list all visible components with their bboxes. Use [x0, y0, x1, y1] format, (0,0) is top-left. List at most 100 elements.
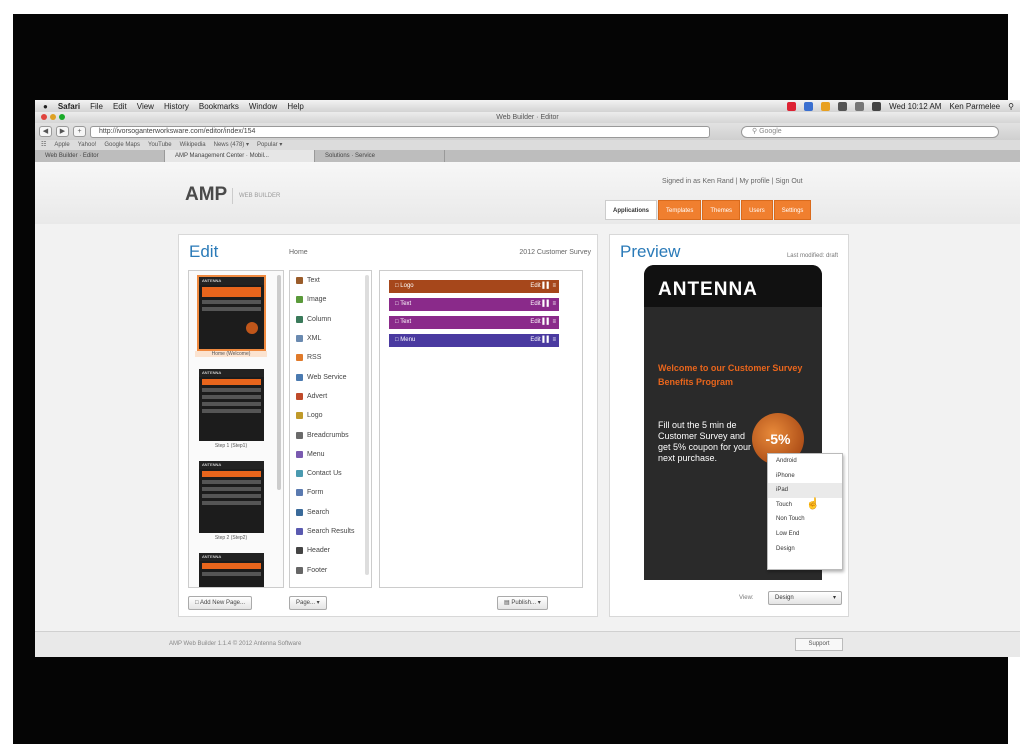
view-label: View: — [739, 595, 754, 601]
widget-item[interactable]: Form — [290, 483, 371, 502]
menubar-user[interactable]: Ken Parmelee — [949, 102, 1000, 111]
bookmark-item[interactable]: Google Maps — [104, 140, 140, 150]
browser-tab-active[interactable]: AMP Management Center · Mobil... — [165, 150, 315, 162]
bookmark-item[interactable]: News (478) ▾ — [214, 140, 249, 150]
support-button[interactable]: Support — [795, 638, 843, 651]
widgets-scrollbar[interactable] — [365, 275, 369, 575]
battery-icon[interactable] — [872, 101, 882, 111]
page-thumbnail[interactable]: ANTENNA — [197, 275, 266, 351]
bookmark-item[interactable]: YouTube — [148, 140, 172, 150]
widget-item[interactable]: Search Results — [290, 522, 371, 541]
widget-label: RSS — [307, 354, 322, 362]
window-titlebar: Web Builder · Editor — [35, 112, 1020, 123]
widget-item[interactable]: Advert — [290, 387, 371, 406]
menu-edit[interactable]: Edit — [113, 102, 127, 111]
menu-window[interactable]: Window — [249, 102, 277, 111]
device-option-highlighted[interactable]: iPad — [768, 483, 842, 498]
widget-item[interactable]: Breadcrumbs — [290, 425, 371, 444]
menu-history[interactable]: History — [164, 102, 189, 111]
widget-item[interactable]: Contact Us — [290, 464, 371, 483]
widget-item[interactable]: Footer — [290, 560, 371, 579]
content-block[interactable]: □ Text Edit ▌▌ ≡ — [389, 298, 559, 311]
add-new-page-button[interactable]: □ Add New Page... — [188, 596, 252, 610]
view-select[interactable]: Design ▾ — [768, 591, 842, 605]
content-block[interactable]: □ Text Edit ▌▌ ≡ — [389, 316, 559, 329]
menu-view[interactable]: View — [137, 102, 154, 111]
wifi-icon[interactable] — [838, 101, 848, 111]
widget-icon — [296, 450, 303, 458]
widget-item[interactable]: XML — [290, 329, 371, 348]
page-menu-button[interactable]: Page... ▾ — [289, 596, 327, 610]
block-edit-tools[interactable]: Edit ▌▌ ≡ — [530, 316, 556, 329]
page-thumbnail[interactable]: ANTENNA — [199, 553, 264, 587]
browser-tab[interactable]: Web Builder · Editor — [35, 150, 165, 162]
bookmarks-icon[interactable]: ☷ — [41, 140, 46, 150]
forward-icon[interactable]: ▶ — [56, 126, 69, 137]
widget-label: Menu — [307, 450, 325, 458]
edit-home-label[interactable]: Home — [289, 249, 308, 256]
content-block[interactable]: □ Logo Edit ▌▌ ≡ — [389, 280, 559, 293]
page-label[interactable]: Home (Welcome) — [195, 351, 267, 357]
bookmark-item[interactable]: Yahoo! — [78, 140, 97, 150]
nav-tab-templates[interactable]: Templates — [658, 200, 702, 220]
menu-bookmarks[interactable]: Bookmarks — [199, 102, 239, 111]
status-app-icon[interactable] — [804, 101, 814, 111]
browser-tab[interactable]: Solutions · Service — [315, 150, 445, 162]
widget-item[interactable]: Web Service — [290, 367, 371, 386]
device-option[interactable]: Android — [768, 454, 842, 469]
block-edit-tools[interactable]: Edit ▌▌ ≡ — [530, 334, 556, 347]
close-window-icon[interactable] — [41, 114, 47, 120]
thumbnail-brand: ANTENNA — [199, 277, 264, 285]
widget-item[interactable]: Menu — [290, 445, 371, 464]
menu-help[interactable]: Help — [287, 102, 303, 111]
device-option[interactable]: Non Touch — [768, 512, 842, 527]
signed-in-links[interactable]: Signed in as Ken Rand | My profile | Sig… — [662, 178, 803, 185]
address-bar[interactable]: http://ivorsoganterworksware.com/editor/… — [90, 125, 710, 138]
menubar-clock[interactable]: Wed 10:12 AM — [889, 102, 941, 111]
nav-tab-users[interactable]: Users — [741, 200, 773, 220]
browser-toolbar: ◀ ▶ + http://ivorsoganterworksware.com/e… — [35, 123, 1020, 140]
widget-icon — [296, 296, 303, 304]
thumbnails-scrollbar[interactable] — [277, 275, 281, 490]
nav-tab-settings[interactable]: Settings — [773, 200, 812, 220]
widget-item[interactable]: Search — [290, 503, 371, 522]
page-label[interactable]: Step 2 (Step2) — [195, 535, 267, 541]
amp-logo[interactable]: AMP — [185, 184, 227, 206]
widget-item[interactable]: Image — [290, 290, 371, 309]
nav-tab-themes[interactable]: Themes — [702, 200, 741, 220]
minimize-window-icon[interactable] — [50, 114, 56, 120]
status-app-icon[interactable] — [821, 101, 831, 111]
device-option[interactable]: iPhone — [768, 469, 842, 484]
widget-item[interactable]: Header — [290, 541, 371, 560]
bookmark-item[interactable]: Popular ▾ — [257, 140, 282, 150]
page-thumbnail[interactable]: ANTENNA — [199, 369, 264, 441]
menu-file[interactable]: File — [90, 102, 103, 111]
bookmark-item[interactable]: Apple — [54, 140, 69, 150]
apple-menu-icon[interactable]: ● — [43, 102, 48, 111]
zoom-window-icon[interactable] — [59, 114, 65, 120]
page-thumbnail[interactable]: ANTENNA — [199, 461, 264, 533]
device-option[interactable]: Low End — [768, 527, 842, 542]
widget-item[interactable]: Text — [290, 271, 371, 290]
widget-item[interactable]: RSS — [290, 348, 371, 367]
volume-icon[interactable] — [855, 101, 865, 111]
widget-item[interactable]: Logo — [290, 406, 371, 425]
nav-tab-applications[interactable]: Applications — [605, 200, 658, 220]
page-label[interactable]: Step 1 (Step1) — [195, 443, 267, 449]
block-edit-tools[interactable]: Edit ▌▌ ≡ — [530, 298, 556, 311]
content-block[interactable]: □ Menu Edit ▌▌ ≡ — [389, 334, 559, 347]
menu-safari[interactable]: Safari — [58, 102, 80, 111]
page-thumbnails: ANTENNA Home (Welcome) ANTENNA Step 1 (S… — [188, 270, 284, 588]
search-field[interactable]: ⚲ Google — [741, 126, 999, 138]
device-option[interactable]: Design — [768, 542, 842, 557]
bookmark-item[interactable]: Wikipedia — [180, 140, 206, 150]
add-bookmark-icon[interactable]: + — [73, 126, 86, 137]
spotlight-icon[interactable]: ⚲ — [1008, 102, 1014, 111]
status-app-icon[interactable] — [787, 101, 797, 111]
back-icon[interactable]: ◀ — [39, 126, 52, 137]
widget-icon — [296, 431, 303, 439]
block-edit-tools[interactable]: Edit ▌▌ ≡ — [530, 280, 556, 293]
widget-item[interactable]: Column — [290, 310, 371, 329]
device-option[interactable]: Touch — [768, 498, 842, 513]
publish-button[interactable]: ▤ Publish... ▾ — [497, 596, 548, 610]
